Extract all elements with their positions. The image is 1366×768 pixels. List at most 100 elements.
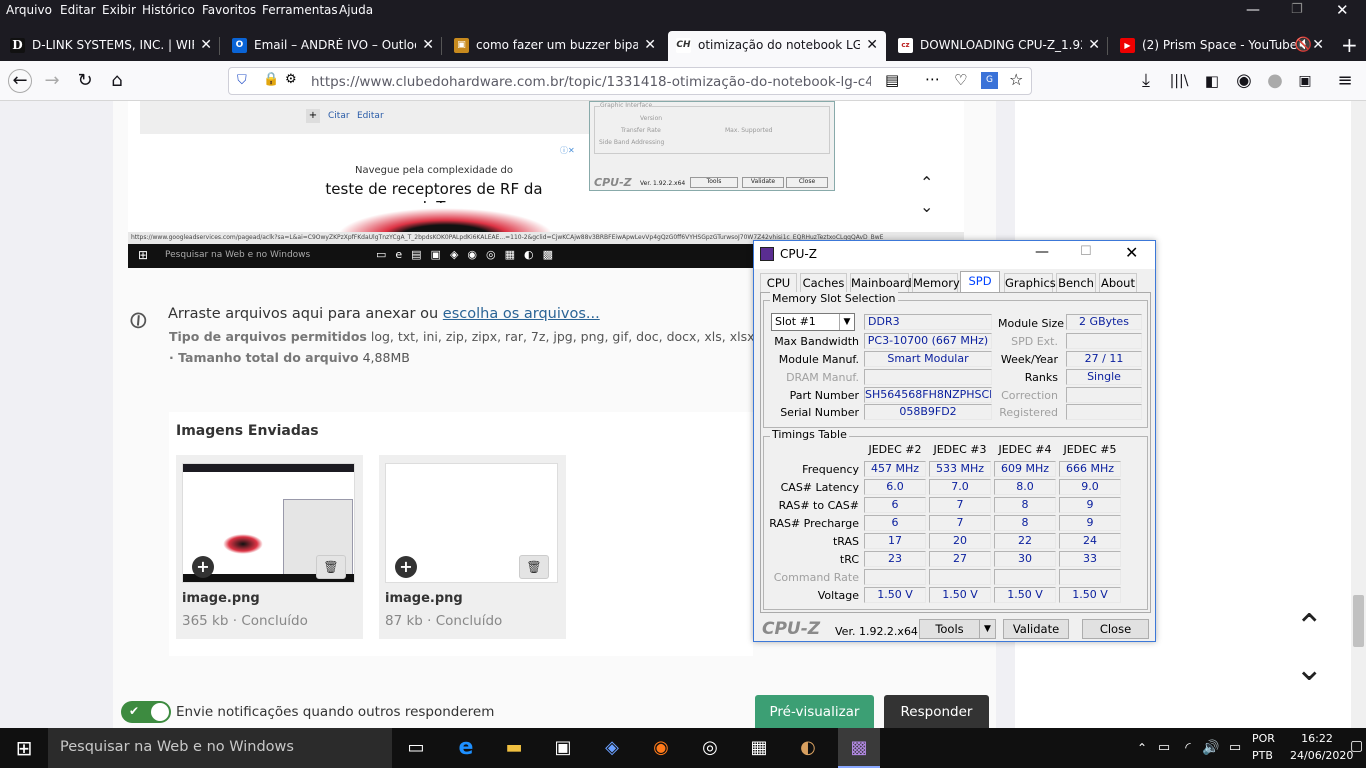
language-line2[interactable]: PTB	[1252, 749, 1273, 762]
cpuz-tab-mainboard[interactable]: Mainboard	[850, 273, 912, 292]
tab-buzzer[interactable]: ▣ como fazer um buzzer bipar ap ✕	[446, 31, 664, 61]
action-center-small-icon[interactable]: ▭	[1221, 736, 1249, 760]
insert-image-plus-icon[interactable]: +	[395, 556, 417, 578]
extension-icon[interactable]: ●	[1263, 69, 1287, 93]
small-taskbar-icons: ▭e▤▣◈◉◎▦◐▩	[376, 248, 562, 261]
validate-button[interactable]: Validate	[1003, 619, 1069, 639]
url-bar[interactable]: ⛉ 🔒 ⚙ https://www.clubedohardware.com.br…	[228, 67, 1032, 95]
page-actions-icon[interactable]: ⋯	[925, 70, 940, 88]
cpuz-tab-bench[interactable]: Bench	[1056, 273, 1096, 292]
tab-otimizacao[interactable]: CH otimização do notebook LG c4 ✕	[668, 31, 886, 61]
insert-image-plus-icon[interactable]: +	[192, 556, 214, 578]
reader-view-icon[interactable]: ▤	[885, 71, 899, 89]
close-tab-icon[interactable]: ✕	[644, 37, 656, 53]
cpuz-taskbar-button[interactable]: ▩	[838, 728, 880, 768]
media-player-icon[interactable]: ◎	[696, 736, 724, 760]
tab-cpuz-download[interactable]: cz DOWNLOADING CPU-Z_1.92-E ✕	[890, 31, 1108, 61]
choose-files-link[interactable]: escolha os arquivos...	[443, 306, 600, 322]
close-tab-icon[interactable]: ✕	[200, 37, 212, 53]
windows-start-icon[interactable]: ⊞	[10, 736, 38, 760]
total-size: · Tamanho total do arquivo 4,88MB	[169, 350, 410, 365]
permissions-icon[interactable]: ⚙	[285, 72, 297, 87]
back-icon[interactable]: ←	[8, 69, 32, 93]
menu-hamburger-icon[interactable]: ≡	[1333, 69, 1357, 93]
tools-button[interactable]: Tools	[919, 619, 979, 639]
cpuz-tab-cpu[interactable]: CPU	[760, 273, 797, 292]
cpuz-titlebar[interactable]: CPU-Z — ☐ ✕	[754, 241, 1155, 269]
task-view-icon[interactable]: ▭	[402, 736, 430, 760]
chevron-down-icon[interactable]: ▼	[839, 314, 854, 330]
firefox-icon[interactable]: ◉	[647, 736, 675, 760]
url-text[interactable]: https://www.clubedohardware.com.br/topic…	[311, 74, 871, 90]
screenshot-icon[interactable]: ▣	[1293, 69, 1317, 93]
cpuz-tab-spd[interactable]: SPD	[960, 271, 1000, 293]
new-tab-icon[interactable]: +	[1341, 33, 1358, 57]
pocket-icon[interactable]: ♡	[954, 71, 967, 89]
taskbar-search-box[interactable]: Pesquisar na Web e no Windows	[48, 728, 392, 768]
downloads-icon[interactable]: ⤓	[1134, 69, 1158, 93]
cpuz-tab-caches[interactable]: Caches	[800, 273, 847, 292]
notifications-icon[interactable]: ▢	[1350, 738, 1363, 754]
lock-icon[interactable]: 🔒	[263, 72, 279, 87]
delete-trash-icon[interactable]: 🗑	[316, 555, 346, 579]
close-tab-icon[interactable]: ✕	[422, 37, 434, 53]
translate-icon[interactable]: G	[981, 72, 998, 89]
store-icon[interactable]: ▣	[549, 736, 577, 760]
menu-ferramentas[interactable]: Ferramentas	[262, 3, 338, 17]
menu-ajuda[interactable]: Ajuda	[339, 3, 373, 17]
preview-button[interactable]: Pré-visualizar	[755, 695, 874, 728]
menu-editar[interactable]: Editar	[60, 3, 96, 17]
page-scrollbar[interactable]	[1351, 101, 1366, 728]
mute-tab-icon[interactable]: 🔇	[1295, 37, 1312, 53]
tab-outlook[interactable]: O Email – ANDRÉ IVO – Outlook ✕	[224, 31, 442, 61]
library-icon[interactable]: |||\	[1167, 69, 1191, 93]
tracking-shield-icon[interactable]: ⛉	[237, 73, 247, 88]
close-tab-icon[interactable]: ✕	[1088, 37, 1100, 53]
close-tab-icon[interactable]: ✕	[866, 37, 878, 53]
forward-icon[interactable]: →	[40, 69, 64, 93]
close-window-icon[interactable]: ✕	[1336, 1, 1349, 19]
cpuz-footer-logo: CPU-Z	[762, 619, 821, 639]
language-line1[interactable]: POR	[1252, 732, 1275, 745]
menu-historico[interactable]: Histórico	[142, 3, 195, 17]
delete-trash-icon[interactable]: 🗑	[519, 555, 549, 579]
timing-value: 8	[994, 497, 1056, 513]
calculator-icon[interactable]: ▦	[745, 736, 773, 760]
cpuz-tab-about[interactable]: About	[1099, 273, 1137, 292]
cpuz-close-icon[interactable]: ✕	[1125, 243, 1138, 262]
file-explorer-icon[interactable]: ▬	[500, 736, 528, 760]
edge-icon[interactable]: e	[452, 736, 480, 760]
clock-date[interactable]: 24/06/2020	[1290, 749, 1353, 762]
dram-manuf-label: DRAM Manuf.	[786, 371, 859, 384]
menu-favoritos[interactable]: Favoritos	[202, 3, 256, 17]
scrollbar-thumb[interactable]	[1353, 595, 1364, 647]
restore-icon[interactable]: ❐	[1291, 2, 1303, 17]
menu-exibir[interactable]: Exibir	[102, 3, 136, 17]
home-icon[interactable]: ⌂	[105, 69, 129, 93]
account-icon[interactable]: ◉	[1232, 69, 1256, 93]
tab-youtube[interactable]: ▶ (2) Prism Space - YouTube 🔇 ✕	[1112, 31, 1332, 61]
tab-dlink[interactable]: D D-LINK SYSTEMS, INC. | WIREL ✕	[2, 31, 220, 61]
slot-select[interactable]: Slot #1 ▼	[771, 313, 855, 331]
close-button[interactable]: Close	[1082, 619, 1149, 639]
clock-time[interactable]: 16:22	[1293, 732, 1341, 745]
reply-button[interactable]: Responder	[884, 695, 989, 728]
cpuz-minimize-icon[interactable]: —	[1035, 244, 1049, 260]
tools-chevron-down-icon[interactable]: ▼	[979, 619, 996, 639]
paint-icon[interactable]: ◐	[794, 736, 822, 760]
close-tab-icon[interactable]: ✕	[1312, 37, 1324, 53]
cpuz-tab-memory[interactable]: Memory	[912, 273, 960, 292]
network-app-icon[interactable]: ◈	[598, 736, 626, 760]
menu-arquivo[interactable]: Arquivo	[6, 3, 52, 17]
spd-ext	[1066, 333, 1142, 349]
bookmark-star-icon[interactable]: ☆	[1009, 70, 1023, 89]
scroll-up-icon[interactable]: ⌃	[1295, 610, 1324, 644]
sidebar-icon[interactable]: ◧	[1200, 69, 1224, 93]
minimize-icon[interactable]: —	[1246, 2, 1260, 18]
cpuz-maximize-icon[interactable]: ☐	[1080, 244, 1092, 259]
notify-toggle[interactable]: ✔	[121, 701, 171, 723]
reload-icon[interactable]: ↻	[73, 69, 97, 93]
cpuz-tab-graphics[interactable]: Graphics	[1004, 273, 1056, 292]
file-name: image.png	[182, 591, 260, 606]
scroll-down-icon[interactable]: ⌄	[1295, 652, 1324, 686]
